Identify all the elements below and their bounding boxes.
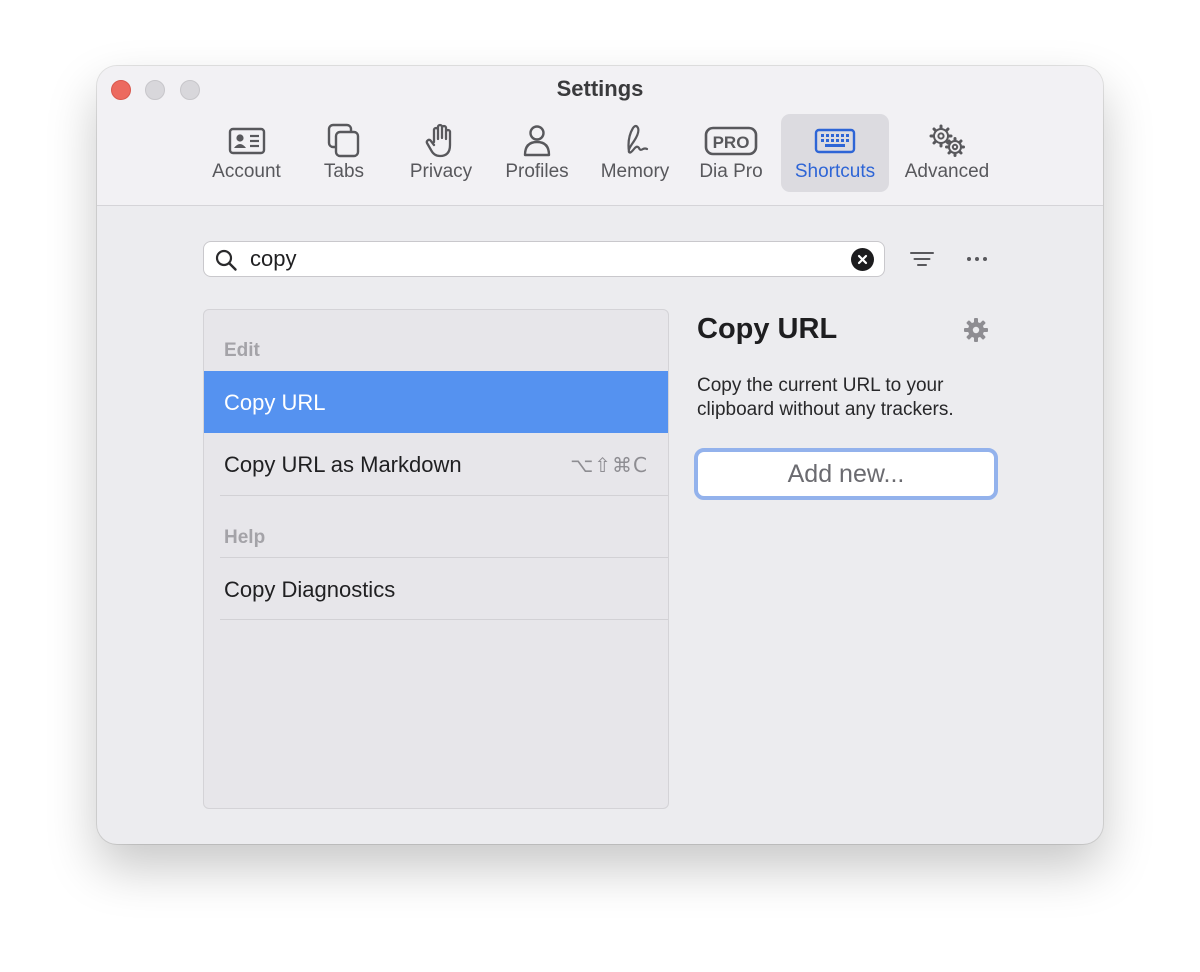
tab-label: Profiles [505,161,569,182]
contact-card-icon [228,127,265,155]
person-icon [523,125,551,157]
settings-tabbar: Account Tabs Privacy Profiles Memory PRO… [97,114,1103,194]
tab-label: Dia Pro [699,161,763,182]
tab-label: Tabs [323,161,365,182]
gears-icon [929,124,965,157]
tab-dia-pro[interactable]: PRO Dia Pro [689,114,773,192]
list-item-copy-diagnostics[interactable]: Copy Diagnostics [204,558,668,620]
section-header-edit: Edit [224,340,260,361]
clear-x-icon [857,254,868,265]
list-item-label: Copy URL as Markdown [224,452,462,477]
signature-icon [627,124,649,154]
gear-icon[interactable] [963,317,989,343]
more-options-icon[interactable] [962,244,992,274]
tab-label: Advanced [904,161,990,182]
detail-title: Copy URL [697,313,838,345]
tab-label: Account [212,161,281,182]
pro-badge-icon: PRO [704,126,758,156]
section-header-help: Help [224,527,266,548]
pro-badge-text: PRO [713,133,750,152]
tab-label: Shortcuts [794,161,876,182]
list-item-copy-url-as-markdown[interactable]: Copy URL as Markdown ⌥⇧⌘C [204,433,668,495]
search-icon [215,249,237,271]
hand-icon [425,123,452,158]
settings-window: Settings Account Tabs Privacy Profiles M… [97,66,1103,844]
tab-privacy[interactable]: Privacy [399,114,483,192]
tab-profiles[interactable]: Profiles [497,114,577,192]
window-title: Settings [556,76,644,101]
detail-description: Copy the current URL to your clipboard w… [697,375,954,420]
list-divider [220,495,668,496]
tabs-icon [327,123,360,158]
list-item-label: Copy Diagnostics [224,577,396,602]
keyboard-icon [814,128,856,154]
tab-tabs[interactable]: Tabs [309,114,379,192]
search-field[interactable] [203,241,885,277]
add-new-shortcut-button[interactable]: Add new... [694,448,998,500]
list-item-copy-url[interactable]: Copy URL [204,371,668,433]
titlebar: Settings Account Tabs Privacy Profiles M… [97,66,1103,206]
tab-memory[interactable]: Memory [591,114,679,192]
search-input[interactable] [250,246,830,272]
list-divider [220,619,668,620]
clear-search-button[interactable] [851,248,874,271]
tab-shortcuts[interactable]: Shortcuts [781,114,889,192]
shortcut-list: Edit Copy URL Copy URL as Markdown ⌥⇧⌘C … [203,309,669,809]
filter-icon[interactable] [907,244,937,274]
shortcut-keys: ⌥⇧⌘C [570,453,648,477]
tab-label: Privacy [409,161,473,182]
tab-advanced[interactable]: Advanced [897,114,997,192]
tab-account[interactable]: Account [199,114,294,192]
list-item-label: Copy URL [224,390,326,415]
tab-label: Memory [600,161,670,182]
